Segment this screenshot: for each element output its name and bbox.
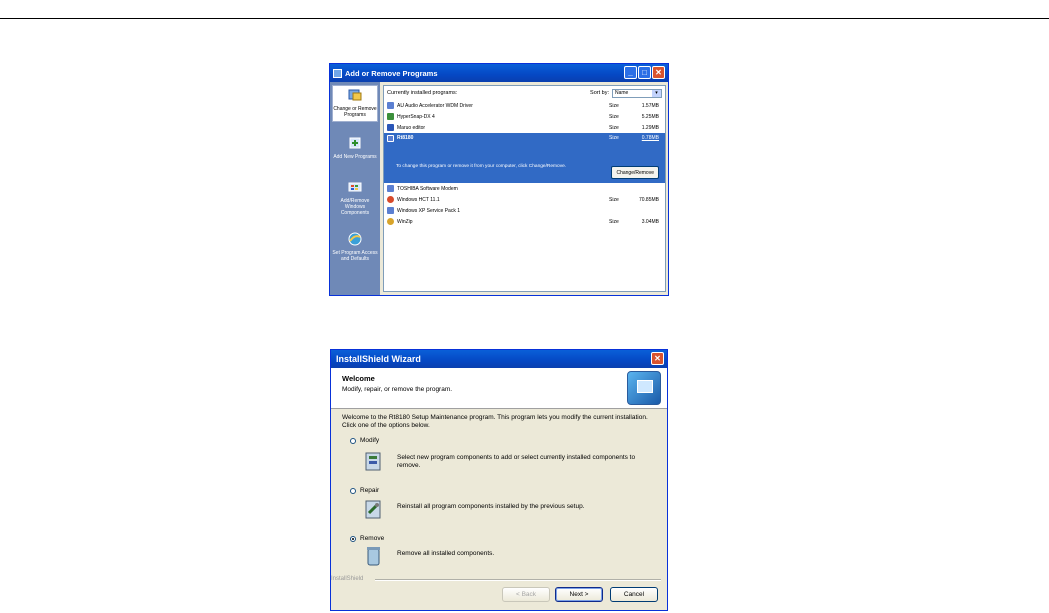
sidebar-item-label: Add/Remove Windows Components	[340, 198, 370, 216]
size-label: Size	[609, 135, 619, 141]
option-remove[interactable]: Remove	[350, 535, 384, 542]
option-label: Remove	[360, 535, 385, 542]
program-name: Windows XP Service Pack 1	[397, 207, 460, 214]
option-description: Reinstall all program components install…	[397, 503, 585, 510]
add-new-icon	[349, 137, 361, 149]
repair-icon	[365, 500, 381, 519]
wizard-banner: Welcome Modify, repair, or remove the pr…	[331, 368, 667, 409]
size-value: 1.29MB	[641, 124, 659, 131]
program-row[interactable]: Windows HCT 11.1 Size 70.85MB	[384, 194, 665, 205]
back-button[interactable]: < Back	[502, 587, 550, 602]
sidebar-item-windows-components[interactable]: Add/Remove Windows Components	[332, 180, 378, 216]
wizard-title-bar[interactable]: InstallShield Wizard ✕	[331, 350, 667, 368]
next-button[interactable]: Next >	[555, 587, 603, 602]
sidebar-item-change-remove[interactable]: Change or Remove Programs	[332, 85, 378, 122]
sort-label: Sort by:	[590, 90, 609, 96]
sidebar-item-label: Set Program Access and Defaults	[332, 250, 378, 262]
program-icon	[387, 124, 394, 131]
sidebar-item-program-access[interactable]: Set Program Access and Defaults	[332, 232, 378, 262]
close-icon[interactable]: ✕	[652, 66, 665, 79]
program-name: HyperSnap-DX 4	[397, 113, 435, 120]
page-top-rule	[0, 18, 1049, 19]
option-description: Select new program components to add or …	[397, 454, 636, 469]
size-value: 0.78MB	[641, 135, 659, 141]
arp-title-bar[interactable]: Add or Remove Programs _ □ ✕	[330, 64, 668, 82]
wizard-intro-text: Welcome to the Rt8180 Setup Maintenance …	[342, 414, 648, 429]
cancel-button[interactable]: Cancel	[610, 587, 658, 602]
banner-title: Welcome	[342, 374, 375, 383]
sidebar-item-add-new[interactable]: Add New Programs	[332, 136, 378, 160]
program-row[interactable]: HyperSnap-DX 4 Size 5.25MB	[384, 111, 665, 122]
size-label: Size	[609, 124, 619, 131]
program-row-selected[interactable]: Rt8180 Size 0.78MB To change this progra…	[384, 133, 665, 183]
wizard-title: InstallShield Wizard	[336, 354, 421, 364]
program-row[interactable]: WinZip Size 3.04MB	[384, 216, 665, 227]
chevron-down-icon[interactable]: ▾	[652, 89, 661, 97]
add-remove-programs-window: Add or Remove Programs _ □ ✕ Change or R…	[329, 63, 669, 296]
change-remove-button[interactable]: Change/Remove	[611, 166, 659, 179]
program-icon	[387, 185, 394, 192]
program-icon	[387, 102, 394, 109]
program-icon	[387, 196, 394, 203]
change-remove-icon	[348, 89, 362, 101]
windows-components-icon	[348, 182, 362, 192]
size-value: 3.04MB	[641, 218, 659, 225]
remove-icon	[367, 547, 380, 566]
program-name: AU Audio Accelerator WDM Driver	[397, 102, 473, 109]
banner-subtitle: Modify, repair, or remove the program.	[342, 386, 453, 393]
sidebar-item-label: Change or Remove Programs	[333, 106, 377, 118]
size-label: Size	[609, 196, 619, 203]
arp-sidebar: Change or Remove Programs Add New Progra…	[330, 82, 380, 295]
footer-divider	[375, 579, 661, 581]
radio-repair[interactable]	[350, 487, 356, 494]
size-value: 70.85MB	[638, 196, 659, 203]
size-label: Size	[609, 113, 619, 120]
program-name: WinZip	[397, 218, 413, 225]
program-row[interactable]: Windows XP Service Pack 1	[384, 205, 665, 216]
sort-select[interactable]: Name ▾	[612, 88, 662, 98]
close-icon[interactable]: ✕	[651, 352, 664, 365]
program-icon	[387, 207, 394, 214]
program-icon	[387, 113, 394, 120]
maximize-icon[interactable]: □	[638, 66, 651, 79]
option-label: Modify	[360, 437, 380, 444]
computer-setup-icon	[627, 371, 661, 405]
radio-modify[interactable]	[350, 437, 356, 444]
installshield-wizard-window: InstallShield Wizard ✕ Welcome Modify, r…	[330, 349, 668, 611]
size-label: Size	[609, 218, 619, 225]
option-modify[interactable]: Modify	[350, 437, 379, 444]
installshield-brand: InstallShield	[331, 576, 364, 582]
size-value: 1.57MB	[641, 102, 659, 109]
program-row[interactable]: TOSHIBA Software Modem	[384, 183, 665, 194]
program-row[interactable]: AU Audio Accelerator WDM Driver Size 1.5…	[384, 100, 665, 111]
programs-panel: Currently installed programs: Sort by: N…	[383, 85, 666, 292]
program-name: TOSHIBA Software Modem	[397, 185, 458, 192]
size-value: 5.25MB	[641, 113, 659, 120]
option-description: Remove all installed components.	[397, 550, 495, 557]
arp-title: Add or Remove Programs	[345, 68, 438, 78]
minimize-icon[interactable]: _	[624, 66, 637, 79]
modify-icon	[365, 452, 381, 471]
sort-value: Name	[615, 90, 629, 96]
program-name: Windows HCT 11.1	[397, 196, 440, 203]
list-header: Currently installed programs:	[387, 90, 458, 96]
program-name: Rt8180	[397, 135, 414, 141]
program-name: Maruo editor	[397, 124, 426, 131]
selected-program-description: To change this program or remove it from…	[396, 164, 567, 169]
radio-remove[interactable]	[350, 535, 356, 542]
program-row[interactable]: Maruo editor Size 1.29MB	[384, 122, 665, 133]
option-label: Repair	[360, 487, 380, 494]
size-label: Size	[609, 102, 619, 109]
program-list: AU Audio Accelerator WDM Driver Size 1.5…	[384, 100, 665, 227]
program-icon	[387, 218, 394, 225]
option-repair[interactable]: Repair	[350, 487, 379, 494]
program-access-icon	[348, 232, 362, 246]
program-icon	[387, 135, 394, 142]
sidebar-item-label: Add New Programs	[333, 154, 377, 160]
arp-app-icon	[333, 68, 342, 78]
